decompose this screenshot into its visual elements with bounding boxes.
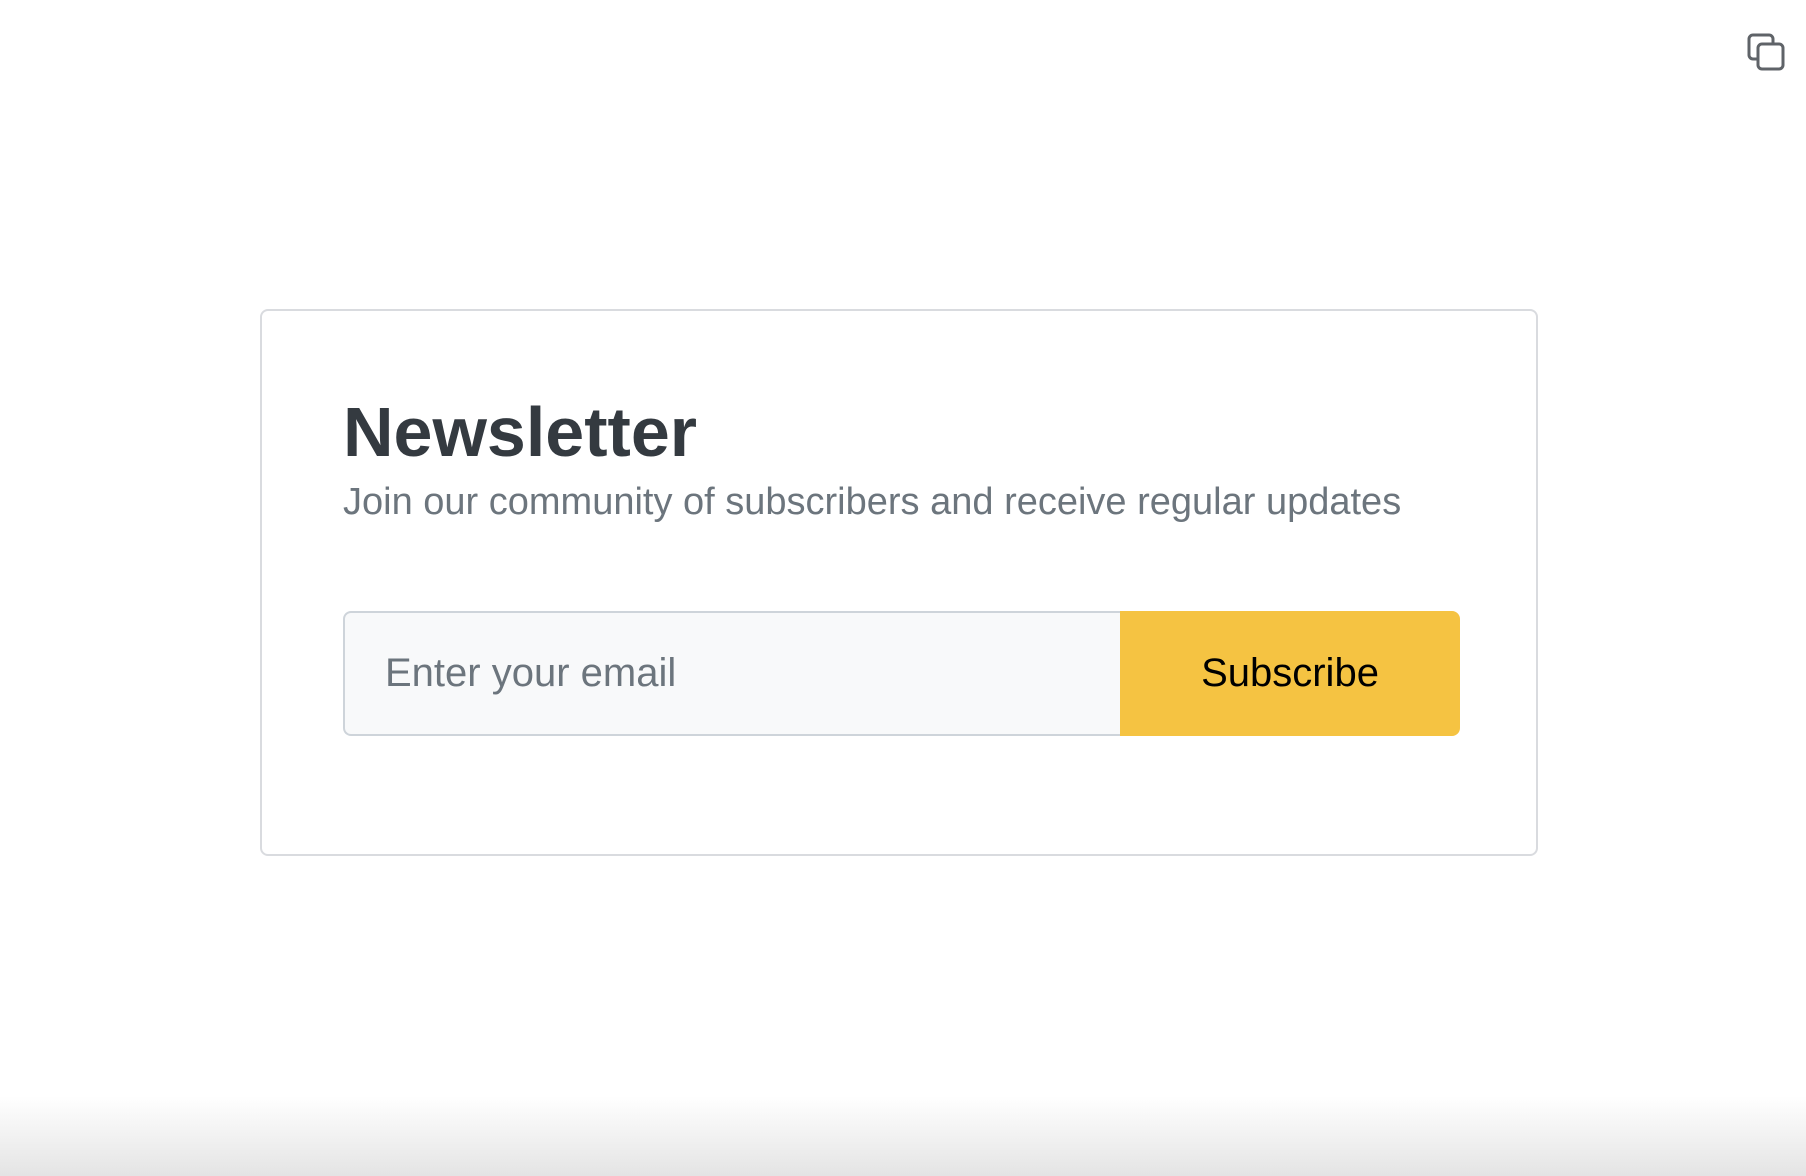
- newsletter-card: Newsletter Join our community of subscri…: [260, 309, 1538, 856]
- subscribe-button[interactable]: Subscribe: [1120, 611, 1460, 736]
- bottom-shade: [0, 1096, 1806, 1176]
- newsletter-subtitle: Join our community of subscribers and re…: [343, 481, 1402, 523]
- newsletter-title: Newsletter: [343, 393, 698, 471]
- email-input[interactable]: [343, 611, 1120, 736]
- subscribe-form: Subscribe: [343, 611, 1460, 736]
- copy-icon[interactable]: [1746, 32, 1786, 72]
